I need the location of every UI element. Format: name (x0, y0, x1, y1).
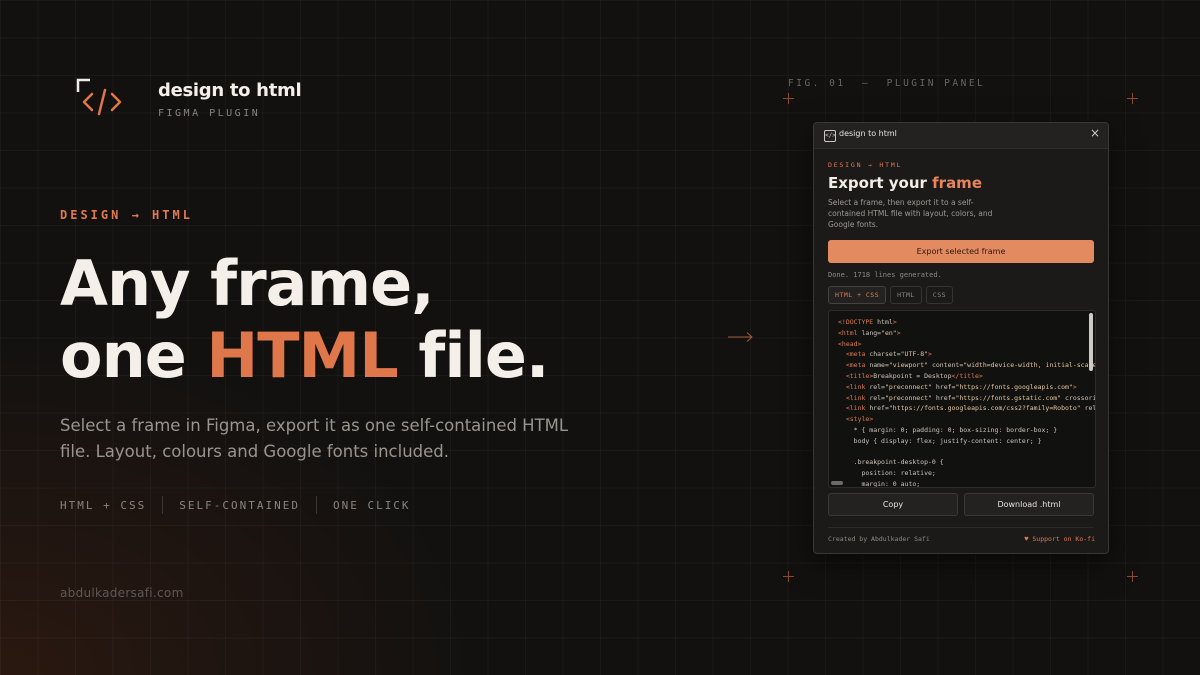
crosshair-icon (1127, 571, 1138, 582)
vertical-scrollbar[interactable] (1089, 313, 1093, 371)
code-preview[interactable]: <!DOCTYPE html> <html lang="en"> <head> <m… (828, 310, 1096, 488)
tag-divider (315, 496, 317, 514)
headline-line-1: Any frame, (60, 247, 435, 320)
hero-headline: Any frame, one HTML file. (60, 247, 549, 392)
code-brackets-icon (76, 78, 122, 116)
code-line: <meta charset="UTF-8"> (845, 350, 932, 359)
crosshair-icon (783, 571, 794, 582)
brand-name: design to html (158, 80, 302, 101)
close-icon[interactable]: × (1090, 126, 1100, 140)
code-line: position: relative; (838, 469, 936, 478)
code-line: <html lang="en"> (838, 328, 901, 337)
code-line: margin: 0 auto; (838, 479, 921, 488)
panel-description: Select a frame, then export it to a self… (828, 198, 993, 229)
window-titlebar: </> design to html × (814, 123, 1108, 149)
figure-label: FIG. 01 — PLUGIN PANEL (788, 78, 986, 89)
code-line: * { margin: 0; padding: 0; box-sizing: b… (838, 425, 1058, 434)
code-line: <style> (845, 415, 874, 424)
arrow-right-icon (728, 332, 753, 342)
crosshair-icon (1127, 93, 1138, 104)
code-content: <!DOCTYPE html> <html lang="en"> <head> <m… (838, 317, 1096, 488)
feature-tags: HTML + CSS SELF-CONTAINED ONE CLICK (60, 496, 411, 514)
code-line: <link rel="preconnect" href="https://fon… (845, 382, 1077, 391)
panel-eyebrow: DESIGN → HTML (828, 161, 903, 169)
panel-title: Export your frame (828, 174, 982, 192)
window-title: design to html (839, 129, 897, 138)
tab-html-css[interactable]: HTML + CSS (828, 286, 887, 304)
support-link[interactable]: ♥ Support on Ko-fi (1025, 535, 1095, 543)
tab-css[interactable]: CSS (925, 286, 954, 304)
tab-html[interactable]: HTML (890, 286, 922, 304)
export-selected-frame-button[interactable]: Export selected frame (828, 240, 1094, 263)
plugin-panel: </> design to html × DESIGN → HTML Expor… (813, 122, 1109, 554)
code-line: .breakpoint-desktop-0 { (838, 458, 944, 467)
code-line: <link rel="preconnect" href="https://fon… (845, 393, 1096, 402)
credit-text: Created by Abdulkader Safi (828, 535, 930, 543)
tag-self-contained: SELF-CONTAINED (179, 498, 300, 512)
crosshair-icon (783, 93, 794, 104)
download-html-button[interactable]: Download .html (964, 493, 1094, 516)
hero-eyebrow: DESIGN → HTML (60, 208, 193, 222)
hero-description: Select a frame in Figma, export it as on… (60, 416, 569, 461)
headline-line-2-start: one (60, 319, 207, 392)
code-line: <link href="https://fonts.googleapis.com… (845, 404, 1096, 413)
status-text: Done. 1718 lines generated. (828, 271, 942, 279)
footer-divider (828, 527, 1094, 528)
website-link[interactable]: abdulkadersafi.com (60, 586, 184, 600)
tag-divider (162, 496, 164, 514)
tag-html-css: HTML + CSS (60, 498, 147, 512)
code-line: <head> (838, 339, 862, 348)
code-line: <meta name="viewport" content="width=dev… (845, 361, 1096, 370)
horizontal-scrollbar[interactable] (831, 481, 843, 485)
code-icon: </> (824, 130, 836, 142)
headline-line-2-end: file. (397, 319, 549, 392)
copy-button[interactable]: Copy (828, 493, 958, 516)
code-line: <title>Breakpoint = Desktop</title> (845, 371, 983, 380)
tag-one-click: ONE CLICK (332, 498, 411, 512)
headline-accent: HTML (206, 319, 398, 392)
output-tabs: HTML + CSS HTML CSS (828, 286, 954, 304)
panel-title-start: Export your (828, 174, 933, 192)
panel-title-accent: frame (932, 174, 982, 192)
code-line: <!DOCTYPE html> (838, 318, 897, 326)
brand-subtitle: FIGMA PLUGIN (158, 108, 261, 119)
code-line: body { display: flex; justify-content: c… (838, 436, 1042, 445)
